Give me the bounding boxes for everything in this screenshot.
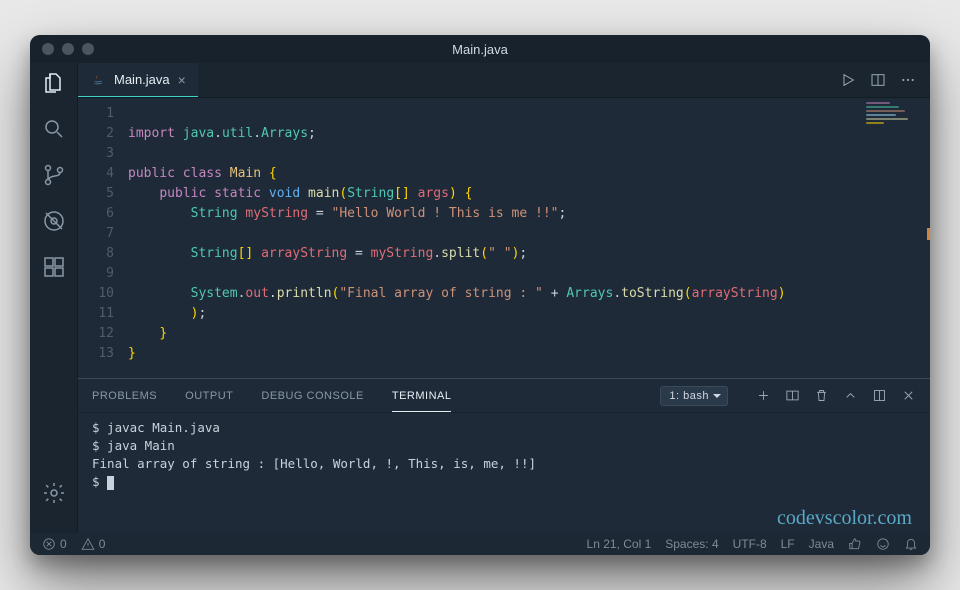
tab-problems[interactable]: PROBLEMS <box>92 381 157 411</box>
maximize-icon[interactable] <box>872 388 887 403</box>
status-eol[interactable]: LF <box>781 537 795 551</box>
java-file-icon <box>90 72 106 88</box>
main-area: Main.java × 12345678910111213 import jav… <box>30 63 930 533</box>
editor-actions <box>840 63 930 97</box>
tab-terminal[interactable]: TERMINAL <box>392 381 452 412</box>
window-controls <box>30 43 94 55</box>
thumbs-up-icon[interactable] <box>848 537 862 551</box>
tab-main-java[interactable]: Main.java × <box>78 63 198 97</box>
app-window: Main.java Main.java × <box>30 35 930 555</box>
chevron-up-icon[interactable] <box>843 388 858 403</box>
error-icon <box>42 537 56 551</box>
ellipsis-icon[interactable] <box>900 72 916 88</box>
files-icon[interactable] <box>42 71 66 95</box>
play-icon[interactable] <box>840 72 856 88</box>
debug-icon[interactable] <box>42 209 66 233</box>
window-title: Main.java <box>30 42 930 57</box>
bell-icon[interactable] <box>904 537 918 551</box>
tab-bar: Main.java × <box>78 63 930 98</box>
close-icon[interactable]: × <box>178 72 186 88</box>
plus-icon[interactable] <box>756 388 771 403</box>
activity-bar <box>30 63 78 533</box>
terminal-cursor <box>107 476 114 490</box>
split-icon[interactable] <box>870 72 886 88</box>
line-gutter: 12345678910111213 <box>78 98 128 378</box>
tab-output[interactable]: OUTPUT <box>185 381 233 411</box>
status-indent[interactable]: Spaces: 4 <box>665 537 718 551</box>
watermark: codevscolor.com <box>777 509 912 527</box>
terminal-selector[interactable]: 1: bash <box>660 386 728 406</box>
bottom-panel: PROBLEMS OUTPUT DEBUG CONSOLE TERMINAL 1… <box>78 378 930 533</box>
status-warnings[interactable]: 0 <box>81 537 106 551</box>
extensions-icon[interactable] <box>42 255 66 279</box>
status-encoding[interactable]: UTF-8 <box>733 537 767 551</box>
tab-label: Main.java <box>114 72 170 87</box>
status-errors[interactable]: 0 <box>42 537 67 551</box>
status-language[interactable]: Java <box>809 537 834 551</box>
close-window[interactable] <box>42 43 54 55</box>
split-icon[interactable] <box>785 388 800 403</box>
editor-group: Main.java × 12345678910111213 import jav… <box>78 63 930 533</box>
overview-ruler-marker <box>927 228 930 240</box>
branch-icon[interactable] <box>42 163 66 187</box>
status-bar: 0 0 Ln 21, Col 1 Spaces: 4 UTF-8 LF Java <box>30 533 930 555</box>
panel-tab-bar: PROBLEMS OUTPUT DEBUG CONSOLE TERMINAL 1… <box>78 379 930 413</box>
terminal-view[interactable]: $ javac Main.java $ java Main Final arra… <box>78 413 930 533</box>
gear-icon[interactable] <box>42 481 66 505</box>
code-area[interactable]: import java.util.Arrays; public class Ma… <box>128 98 930 378</box>
smile-icon[interactable] <box>876 537 890 551</box>
search-icon[interactable] <box>42 117 66 141</box>
minimize-window[interactable] <box>62 43 74 55</box>
warning-icon <box>81 537 95 551</box>
status-cursor[interactable]: Ln 21, Col 1 <box>587 537 652 551</box>
zoom-window[interactable] <box>82 43 94 55</box>
minimap[interactable] <box>866 102 926 132</box>
tab-debug-console[interactable]: DEBUG CONSOLE <box>261 381 363 411</box>
close-icon[interactable] <box>901 388 916 403</box>
trash-icon[interactable] <box>814 388 829 403</box>
code-editor[interactable]: 12345678910111213 import java.util.Array… <box>78 98 930 378</box>
titlebar: Main.java <box>30 35 930 63</box>
